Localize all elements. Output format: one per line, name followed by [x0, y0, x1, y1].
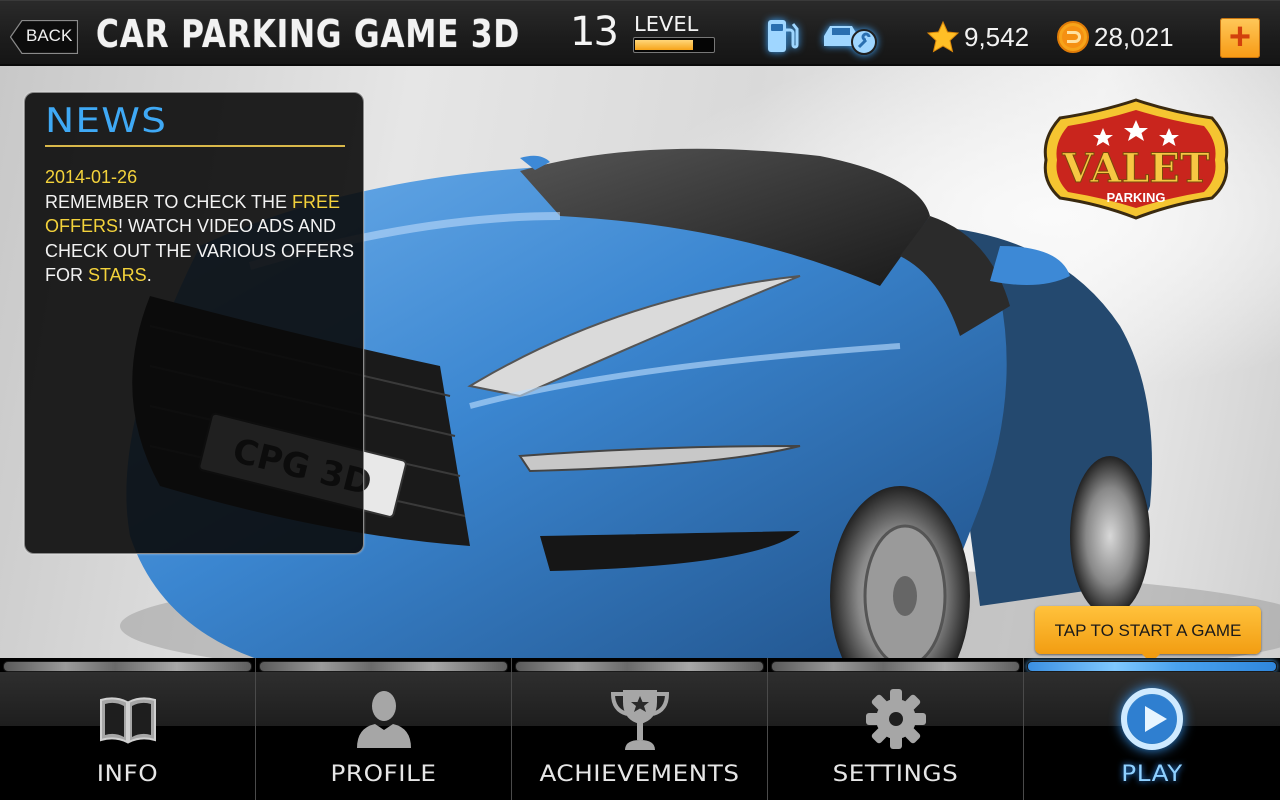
- nav-item-achievements[interactable]: ACHIEVEMENTS: [512, 658, 768, 800]
- trophy-icon: [610, 690, 669, 750]
- level-progress-fill: [635, 40, 693, 50]
- news-text-part: REMEMBER TO CHECK THE: [45, 191, 293, 212]
- nav-label: PLAY: [1121, 762, 1183, 787]
- nav-rail: [259, 661, 508, 672]
- back-button[interactable]: BACK: [10, 20, 78, 54]
- nav-rail: [1027, 661, 1277, 672]
- stars-counter: 9,542: [926, 20, 1029, 54]
- level-label: LEVEL: [634, 12, 699, 36]
- nav-item-play[interactable]: PLAY: [1024, 658, 1280, 800]
- level-number: 13: [570, 9, 619, 55]
- news-title: NEWS: [45, 101, 168, 141]
- person-icon: [356, 691, 411, 748]
- coin-icon: [1057, 21, 1089, 53]
- add-currency-button[interactable]: +: [1220, 18, 1260, 58]
- stars-highlight: STARS: [88, 265, 147, 285]
- badge-title: VALET: [1061, 145, 1210, 192]
- valet-parking-badge[interactable]: VALET PARKING: [1040, 98, 1232, 220]
- car-service-icon[interactable]: [820, 16, 880, 56]
- bottom-nav: INFO PROFILE ACHIEVEMENTS SETTINGS PLAY: [0, 658, 1280, 800]
- nav-rail: [771, 661, 1020, 672]
- star-icon: [926, 20, 960, 53]
- nav-label: PROFILE: [330, 762, 437, 787]
- nav-label: INFO: [96, 762, 159, 787]
- level-progress-bar: [633, 37, 715, 53]
- news-panel: NEWS 2014-01-26 REMEMBER TO CHECK THE FR…: [24, 92, 364, 554]
- book-icon: [99, 697, 156, 744]
- play-icon: [1121, 688, 1183, 750]
- fuel-station-icon[interactable]: [762, 16, 802, 56]
- nav-label: SETTINGS: [832, 762, 959, 787]
- nav-rail: [515, 661, 764, 672]
- game-title: CAR PARKING GAME 3D: [96, 12, 521, 56]
- nav-rail: [3, 661, 252, 672]
- coins-value: 28,021: [1094, 21, 1174, 52]
- nav-item-info[interactable]: INFO: [0, 658, 256, 800]
- badge-subtitle: PARKING: [1107, 190, 1166, 205]
- start-game-tooltip[interactable]: TAP TO START A GAME: [1035, 606, 1261, 663]
- coins-counter: 28,021: [1056, 20, 1174, 54]
- news-body: 2014-01-26 REMEMBER TO CHECK THE FREE OF…: [45, 165, 355, 288]
- news-date: 2014-01-26: [45, 167, 138, 187]
- news-divider: [45, 145, 345, 147]
- news-text: REMEMBER TO CHECK THE FREE OFFERS! WATCH…: [45, 190, 355, 288]
- news-text-part: .: [146, 265, 152, 285]
- nav-label: ACHIEVEMENTS: [539, 762, 740, 787]
- nav-item-profile[interactable]: PROFILE: [256, 658, 512, 800]
- nav-item-settings[interactable]: SETTINGS: [768, 658, 1024, 800]
- gear-icon: [865, 689, 926, 749]
- top-bar: BACK CAR PARKING GAME 3D 13 LEVEL 9,542 …: [0, 0, 1280, 66]
- stars-value: 9,542: [964, 21, 1030, 52]
